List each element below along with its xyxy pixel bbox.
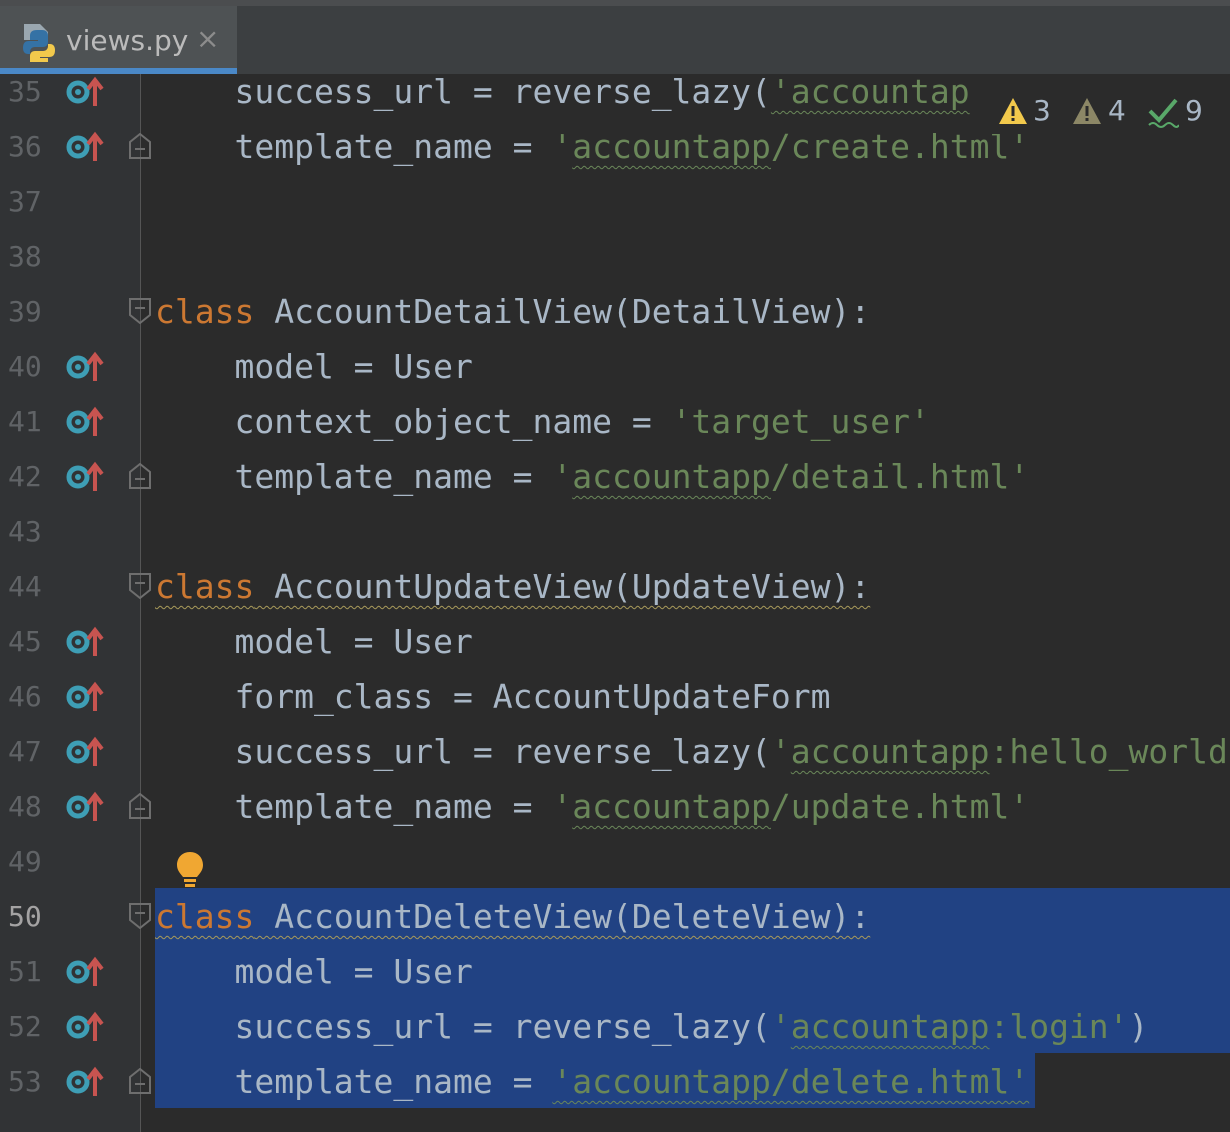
fold-start-icon[interactable] xyxy=(129,298,151,324)
typo-check-icon xyxy=(1148,98,1179,128)
code-text: model = User xyxy=(155,622,473,661)
fold-end-icon[interactable] xyxy=(129,1068,151,1094)
line-number: 49 xyxy=(8,845,42,878)
editor-tab-bar: views.py × xyxy=(0,0,1230,74)
code-line: 44 class AccountUpdateView(UpdateView): xyxy=(0,559,1230,614)
line-number: 40 xyxy=(8,350,42,383)
code-text: success_url = reverse_lazy('accountapp:l… xyxy=(155,1007,1149,1046)
code-text: success_url = reverse_lazy('accountap xyxy=(155,74,970,111)
code-line: 51 model = User xyxy=(0,944,1230,999)
code-text: template_name = 'accountapp/delete.html' xyxy=(155,1062,1030,1101)
line-number: 41 xyxy=(8,405,42,438)
code-line: 37 xyxy=(0,174,1230,229)
error-count: 3 xyxy=(1033,94,1051,127)
override-marker-icon[interactable] xyxy=(66,791,104,823)
code-text: context_object_name = 'target_user' xyxy=(155,402,930,441)
line-number: 44 xyxy=(8,570,42,603)
tab-views-py[interactable]: views.py × xyxy=(0,6,237,74)
error-warning-icon xyxy=(999,98,1027,124)
line-number: 36 xyxy=(8,130,42,163)
python-file-icon xyxy=(23,24,55,62)
code-line: 46 form_class = AccountUpdateForm xyxy=(0,669,1230,724)
override-marker-icon[interactable] xyxy=(66,406,104,438)
code-editor[interactable]: 35 success_url = reverse_lazy('accountap… xyxy=(0,74,1230,1132)
weak-warning-icon xyxy=(1073,98,1101,124)
close-icon[interactable]: × xyxy=(196,22,219,55)
code-line: 39 class AccountDetailView(DetailView): xyxy=(0,284,1230,339)
line-number: 39 xyxy=(8,295,42,328)
code-line: 48 template_name = 'accountapp/update.ht… xyxy=(0,779,1230,834)
code-line: 42 template_name = 'accountapp/detail.ht… xyxy=(0,449,1230,504)
fold-end-icon[interactable] xyxy=(129,793,151,819)
code-line: 43 xyxy=(0,504,1230,559)
code-line: 52 success_url = reverse_lazy('accountap… xyxy=(0,999,1230,1054)
code-text: template_name = 'accountapp/create.html' xyxy=(155,127,1030,166)
fold-start-icon[interactable] xyxy=(129,903,151,929)
line-number: 42 xyxy=(8,460,42,493)
code-text: template_name = 'accountapp/detail.html' xyxy=(155,457,1030,496)
line-number: 35 xyxy=(8,75,42,108)
fold-start-icon[interactable] xyxy=(129,573,151,599)
override-marker-icon[interactable] xyxy=(66,736,104,768)
line-number: 48 xyxy=(8,790,42,823)
override-marker-icon[interactable] xyxy=(66,131,104,163)
code-line: 50 class AccountDeleteView(DeleteView): xyxy=(0,889,1230,944)
code-line: 47 success_url = reverse_lazy('accountap… xyxy=(0,724,1230,779)
code-text: class AccountUpdateView(UpdateView): xyxy=(155,567,871,606)
code-text: form_class = AccountUpdateForm xyxy=(155,677,831,716)
override-marker-icon[interactable] xyxy=(66,956,104,988)
lightbulb-icon[interactable] xyxy=(174,850,206,890)
line-number: 45 xyxy=(8,625,42,658)
fold-end-icon[interactable] xyxy=(129,133,151,159)
line-number: 43 xyxy=(8,515,42,548)
code-text: model = User xyxy=(155,952,473,991)
override-marker-icon[interactable] xyxy=(66,626,104,658)
typo-count: 9 xyxy=(1185,94,1203,127)
code-text: success_url = reverse_lazy('accountapp:h… xyxy=(155,732,1228,771)
line-number: 50 xyxy=(8,900,42,933)
inspection-widget[interactable]: 3 4 9 xyxy=(975,88,1230,134)
code-text: class AccountDetailView(DetailView): xyxy=(155,292,871,331)
code-line: 41 context_object_name = 'target_user' xyxy=(0,394,1230,449)
override-marker-icon[interactable] xyxy=(66,76,104,108)
code-line: 53 template_name = 'accountapp/delete.ht… xyxy=(0,1054,1230,1109)
code-line: 38 xyxy=(0,229,1230,284)
override-marker-icon[interactable] xyxy=(66,1011,104,1043)
line-number: 52 xyxy=(8,1010,42,1043)
line-number: 46 xyxy=(8,680,42,713)
override-marker-icon[interactable] xyxy=(66,681,104,713)
warning-count: 4 xyxy=(1108,94,1126,127)
override-marker-icon[interactable] xyxy=(66,351,104,383)
line-number: 38 xyxy=(8,240,42,273)
line-number: 51 xyxy=(8,955,42,988)
tab-filename: views.py xyxy=(66,24,189,57)
code-line: 40 model = User xyxy=(0,339,1230,394)
override-marker-icon[interactable] xyxy=(66,1066,104,1098)
line-number: 47 xyxy=(8,735,42,768)
fold-end-icon[interactable] xyxy=(129,463,151,489)
code-text: class AccountDeleteView(DeleteView): xyxy=(155,897,871,936)
line-number: 37 xyxy=(8,185,42,218)
override-marker-icon[interactable] xyxy=(66,461,104,493)
code-text: model = User xyxy=(155,347,473,386)
line-number: 53 xyxy=(8,1065,42,1098)
code-text: template_name = 'accountapp/update.html' xyxy=(155,787,1030,826)
code-line: 45 model = User xyxy=(0,614,1230,669)
